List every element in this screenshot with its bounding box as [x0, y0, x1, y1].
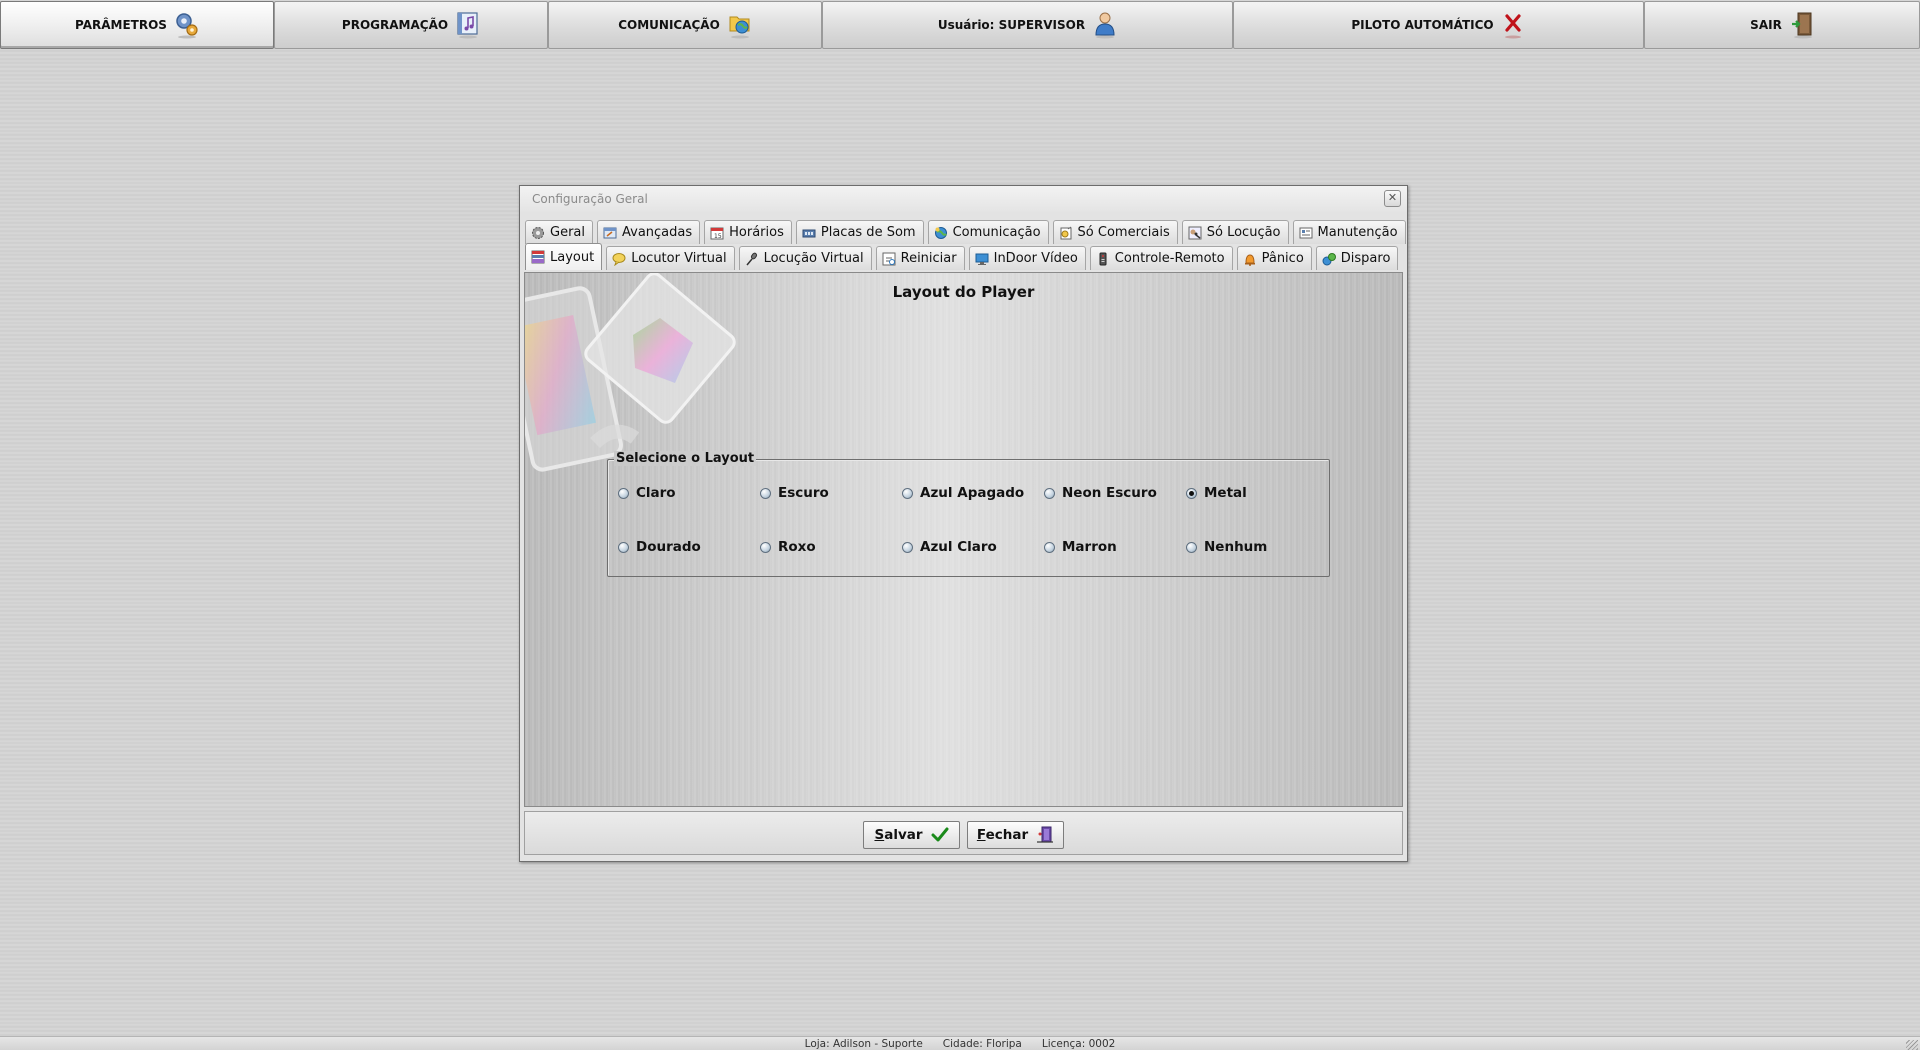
close-button-label: Fechar: [976, 827, 1029, 843]
radio-claro[interactable]: Claro: [618, 485, 676, 501]
tab-layout[interactable]: Layout: [525, 243, 603, 270]
tab-avancadas[interactable]: Avançadas: [597, 220, 701, 244]
dialog-title: Configuração Geral: [532, 192, 648, 206]
radio-button-icon: [618, 487, 629, 499]
radio-marron[interactable]: Marron: [1044, 539, 1117, 555]
radio-dourado[interactable]: Dourado: [618, 539, 701, 555]
globe-folder-icon: [728, 11, 752, 39]
save-button-label: Salvar: [874, 827, 923, 843]
trigger-icon: [1322, 252, 1336, 266]
layout-icon: [531, 250, 545, 264]
tab-row-1: Geral Avançadas 15 Horários Placas de So…: [525, 219, 1410, 244]
globe-icon: [934, 226, 948, 240]
tab-geral[interactable]: Geral: [525, 220, 593, 244]
status-cidade: Cidade: Floripa: [942, 1038, 1022, 1050]
radio-button-icon: [760, 487, 771, 499]
commercials-icon: [1059, 226, 1073, 240]
microphone-icon: [745, 252, 759, 266]
radio-azul-claro[interactable]: Azul Claro: [902, 539, 997, 555]
tab-panico[interactable]: Pânico: [1236, 246, 1312, 270]
radio-azul-apagado[interactable]: Azul Apagado: [902, 485, 1024, 501]
radio-nenhum[interactable]: Nenhum: [1186, 539, 1267, 555]
configuracao-geral-dialog: Configuração Geral ✕ Geral Avançadas 15 …: [519, 185, 1408, 862]
tab-row-2: Layout Locutor Virtual Locução Virtual R…: [525, 243, 1402, 270]
layout-tab-panel: Layout do Player Selecione o Layout Clar…: [524, 272, 1403, 807]
tab-locutor-virtual[interactable]: Locutor Virtual: [606, 246, 735, 270]
tab-disparo[interactable]: Disparo: [1315, 246, 1399, 270]
save-button[interactable]: Salvar: [863, 821, 960, 849]
music-sheet-icon: [456, 11, 480, 39]
radio-escuro[interactable]: Escuro: [760, 485, 829, 501]
calendar-icon: 15: [710, 226, 724, 240]
announcer-icon: [1188, 226, 1202, 240]
status-loja: Loja: Adilson - Suporte: [804, 1038, 923, 1050]
status-licenca: Licença: 0002: [1041, 1038, 1116, 1050]
menu-programacao-button[interactable]: PROGRAMAÇÃO: [274, 1, 548, 49]
speech-bubble-icon: [612, 252, 626, 266]
radio-button-icon: [902, 487, 913, 499]
panel-title: Layout do Player: [892, 283, 1035, 301]
radio-neon-escuro[interactable]: Neon Escuro: [1044, 485, 1157, 501]
tab-horarios[interactable]: 15 Horários: [704, 220, 792, 244]
top-menu-bar: PARÂMETROS PROGRAMAÇÃO COMUNICAÇÃO Usuár…: [0, 0, 1920, 52]
status-bar: Loja: Adilson - Suporte Cidade: Floripa …: [0, 1036, 1920, 1050]
radio-button-icon: [760, 541, 771, 553]
exit-door-icon: [1790, 11, 1814, 39]
tab-comunicacao[interactable]: Comunicação: [927, 220, 1049, 244]
checkmark-icon: [931, 826, 949, 844]
menu-piloto-automatico-button[interactable]: PILOTO AUTOMÁTICO: [1233, 1, 1644, 49]
layout-selection-group: Selecione o Layout Claro Escuro Azul Apa…: [607, 451, 1330, 577]
resize-grip-icon[interactable]: [1906, 1040, 1918, 1050]
menu-parametros-label: PARÂMETROS: [75, 18, 167, 32]
tab-manutencao[interactable]: Manutenção: [1292, 220, 1406, 244]
dialog-titlebar[interactable]: Configuração Geral ✕: [520, 186, 1407, 212]
radio-button-icon: [618, 541, 629, 553]
menu-piloto-label: PILOTO AUTOMÁTICO: [1351, 18, 1494, 32]
remote-control-icon: [1096, 252, 1110, 266]
radio-button-icon: [902, 541, 913, 553]
radio-metal[interactable]: Metal: [1186, 485, 1247, 501]
radio-button-checked-icon: [1186, 487, 1197, 499]
radio-roxo[interactable]: Roxo: [760, 539, 816, 555]
gear-icon: [531, 226, 545, 240]
gears-icon: [175, 11, 199, 39]
menu-sair-button[interactable]: SAIR: [1644, 1, 1920, 49]
tab-so-locucao[interactable]: Só Locução: [1181, 220, 1289, 244]
red-x-icon: [1502, 11, 1526, 39]
exit-door-icon: [1036, 826, 1054, 844]
restart-icon: [882, 252, 896, 266]
tab-controle-remoto[interactable]: Controle-Remoto: [1089, 246, 1233, 270]
close-button[interactable]: Fechar: [967, 821, 1064, 849]
maintenance-icon: [1299, 226, 1313, 240]
group-legend: Selecione o Layout: [614, 451, 757, 466]
menu-sair-label: SAIR: [1750, 18, 1782, 32]
user-icon: [1093, 11, 1117, 39]
radio-button-icon: [1186, 541, 1197, 553]
tab-so-comerciais[interactable]: Só Comerciais: [1052, 220, 1178, 244]
menu-usuario-label: Usuário: SUPERVISOR: [937, 18, 1086, 32]
tab-locucao-virtual[interactable]: Locução Virtual: [738, 246, 872, 270]
menu-comunicacao-button[interactable]: COMUNICAÇÃO: [548, 1, 822, 49]
menu-programacao-label: PROGRAMAÇÃO: [341, 18, 449, 32]
tab-reiniciar[interactable]: Reiniciar: [875, 246, 965, 270]
alarm-bell-icon: [1243, 252, 1257, 266]
layout-decoration-image: [525, 273, 755, 473]
menu-parametros-button[interactable]: PARÂMETROS: [0, 1, 274, 49]
dialog-footer: Salvar Fechar: [524, 811, 1403, 855]
menu-comunicacao-label: COMUNICAÇÃO: [618, 18, 720, 32]
close-icon: ✕: [1387, 191, 1398, 204]
settings-window-icon: [603, 226, 617, 240]
tab-indoor-video[interactable]: InDoor Vídeo: [968, 246, 1086, 270]
menu-usuario-button[interactable]: Usuário: SUPERVISOR: [822, 1, 1233, 49]
monitor-icon: [975, 252, 989, 266]
sound-card-icon: [802, 226, 816, 240]
svg-text:15: 15: [714, 233, 722, 240]
radio-button-icon: [1044, 487, 1055, 499]
dialog-close-button[interactable]: ✕: [1384, 190, 1401, 207]
radio-button-icon: [1044, 541, 1055, 553]
tab-placas-de-som[interactable]: Placas de Som: [795, 220, 924, 244]
